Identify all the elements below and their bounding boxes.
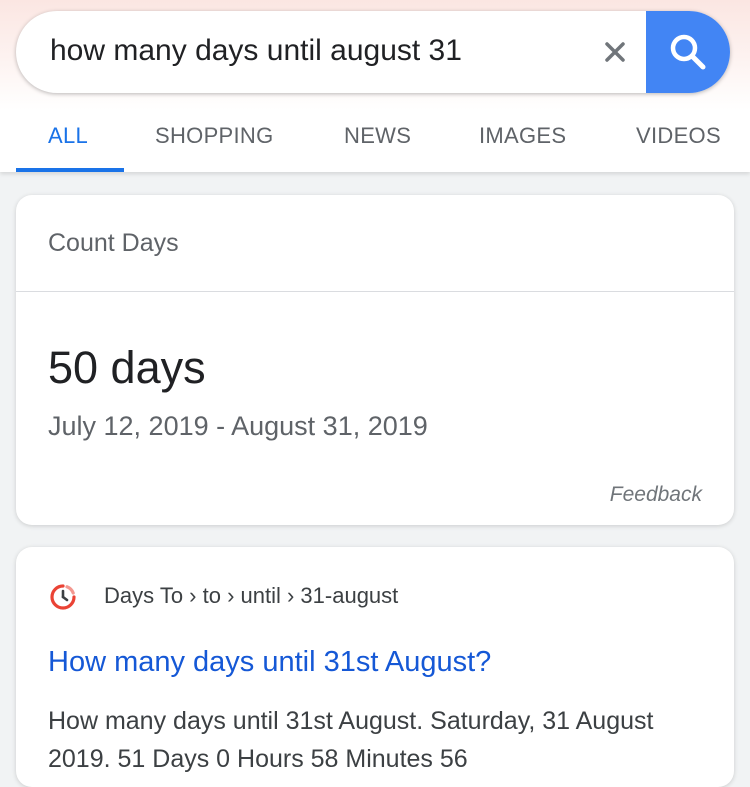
search-input[interactable]: how many days until august 31 (50, 31, 462, 71)
search-header: how many days until august 31 ALL SHOPPI… (0, 0, 750, 172)
feedback-link[interactable]: Feedback (610, 481, 702, 509)
count-days-card: Count Days 50 days July 12, 2019 - Augus… (16, 195, 734, 525)
tab-shopping[interactable]: SHOPPING (155, 122, 274, 150)
tab-images[interactable]: IMAGES (479, 122, 566, 150)
result-breadcrumb[interactable]: Days To › to › until › 31-august (104, 582, 398, 610)
search-result-card: Days To › to › until › 31-august How man… (16, 547, 734, 787)
close-icon[interactable] (598, 35, 632, 69)
clock-icon (48, 582, 78, 612)
result-title-link[interactable]: How many days until 31st August? (48, 643, 491, 681)
tab-news[interactable]: NEWS (344, 122, 411, 150)
search-button[interactable] (646, 11, 730, 93)
active-tab-indicator (16, 168, 124, 172)
search-box[interactable]: how many days until august 31 (16, 11, 730, 93)
card-title: Count Days (48, 229, 179, 257)
card-divider (16, 291, 734, 292)
tab-videos[interactable]: VIDEOS (636, 122, 721, 150)
date-range: July 12, 2019 - August 31, 2019 (48, 411, 428, 441)
tab-all[interactable]: ALL (48, 122, 88, 150)
search-icon (670, 34, 706, 70)
search-tabs: ALL SHOPPING NEWS IMAGES VIDEOS (0, 104, 750, 172)
days-result: 50 days (48, 342, 206, 393)
result-snippet: How many days until 31st August. Saturda… (48, 707, 654, 773)
